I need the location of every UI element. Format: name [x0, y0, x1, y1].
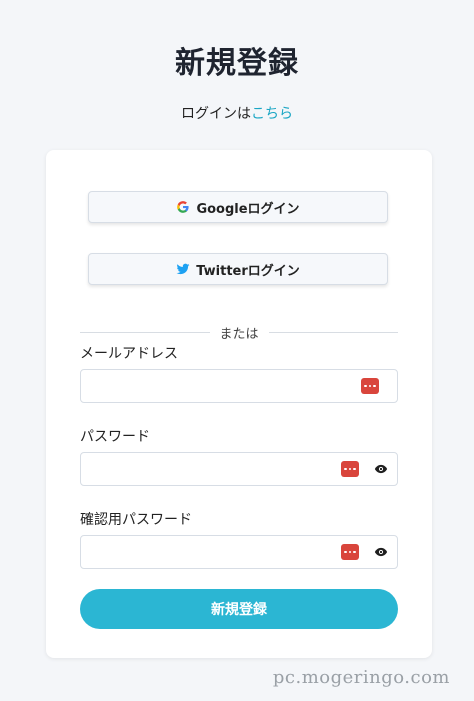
email-label: メールアドレス	[80, 346, 178, 362]
watermark: pc.mogeringo.com	[272, 667, 450, 688]
google-icon	[177, 201, 190, 213]
login-link[interactable]: こちら	[251, 106, 293, 122]
confirm-password-label: 確認用パスワード	[80, 512, 192, 528]
password-manager-icon[interactable]	[361, 378, 379, 394]
or-divider: または	[80, 323, 399, 342]
twitter-login-button[interactable]: Twitterログイン	[88, 253, 388, 285]
twitter-login-label: Twitterログイン	[196, 263, 300, 279]
page-title: 新規登録	[175, 46, 299, 81]
email-input[interactable]	[87, 371, 341, 403]
eye-icon[interactable]	[374, 545, 388, 559]
password-manager-icon[interactable]	[341, 544, 359, 560]
email-field-box	[80, 369, 398, 403]
divider-text: または	[219, 327, 259, 342]
twitter-icon	[176, 263, 190, 275]
signup-submit-button[interactable]: 新規登録	[80, 589, 398, 629]
signup-card: Googleログイン Twitterログイン または メールアドレス パスワード…	[46, 150, 432, 658]
confirm-password-field-box	[80, 535, 398, 569]
password-label: パスワード	[80, 429, 150, 445]
password-field-box	[80, 452, 398, 486]
google-login-label: Googleログイン	[196, 201, 300, 217]
divider-line-left	[80, 332, 210, 333]
password-input[interactable]	[87, 454, 341, 486]
confirm-password-input[interactable]	[87, 537, 341, 569]
password-manager-icon[interactable]	[341, 461, 359, 477]
login-prompt: ログインはこちら	[0, 103, 474, 123]
eye-icon[interactable]	[374, 462, 388, 476]
google-login-button[interactable]: Googleログイン	[88, 191, 388, 223]
login-prompt-text: ログインは	[181, 106, 251, 122]
divider-line-right	[268, 332, 399, 333]
